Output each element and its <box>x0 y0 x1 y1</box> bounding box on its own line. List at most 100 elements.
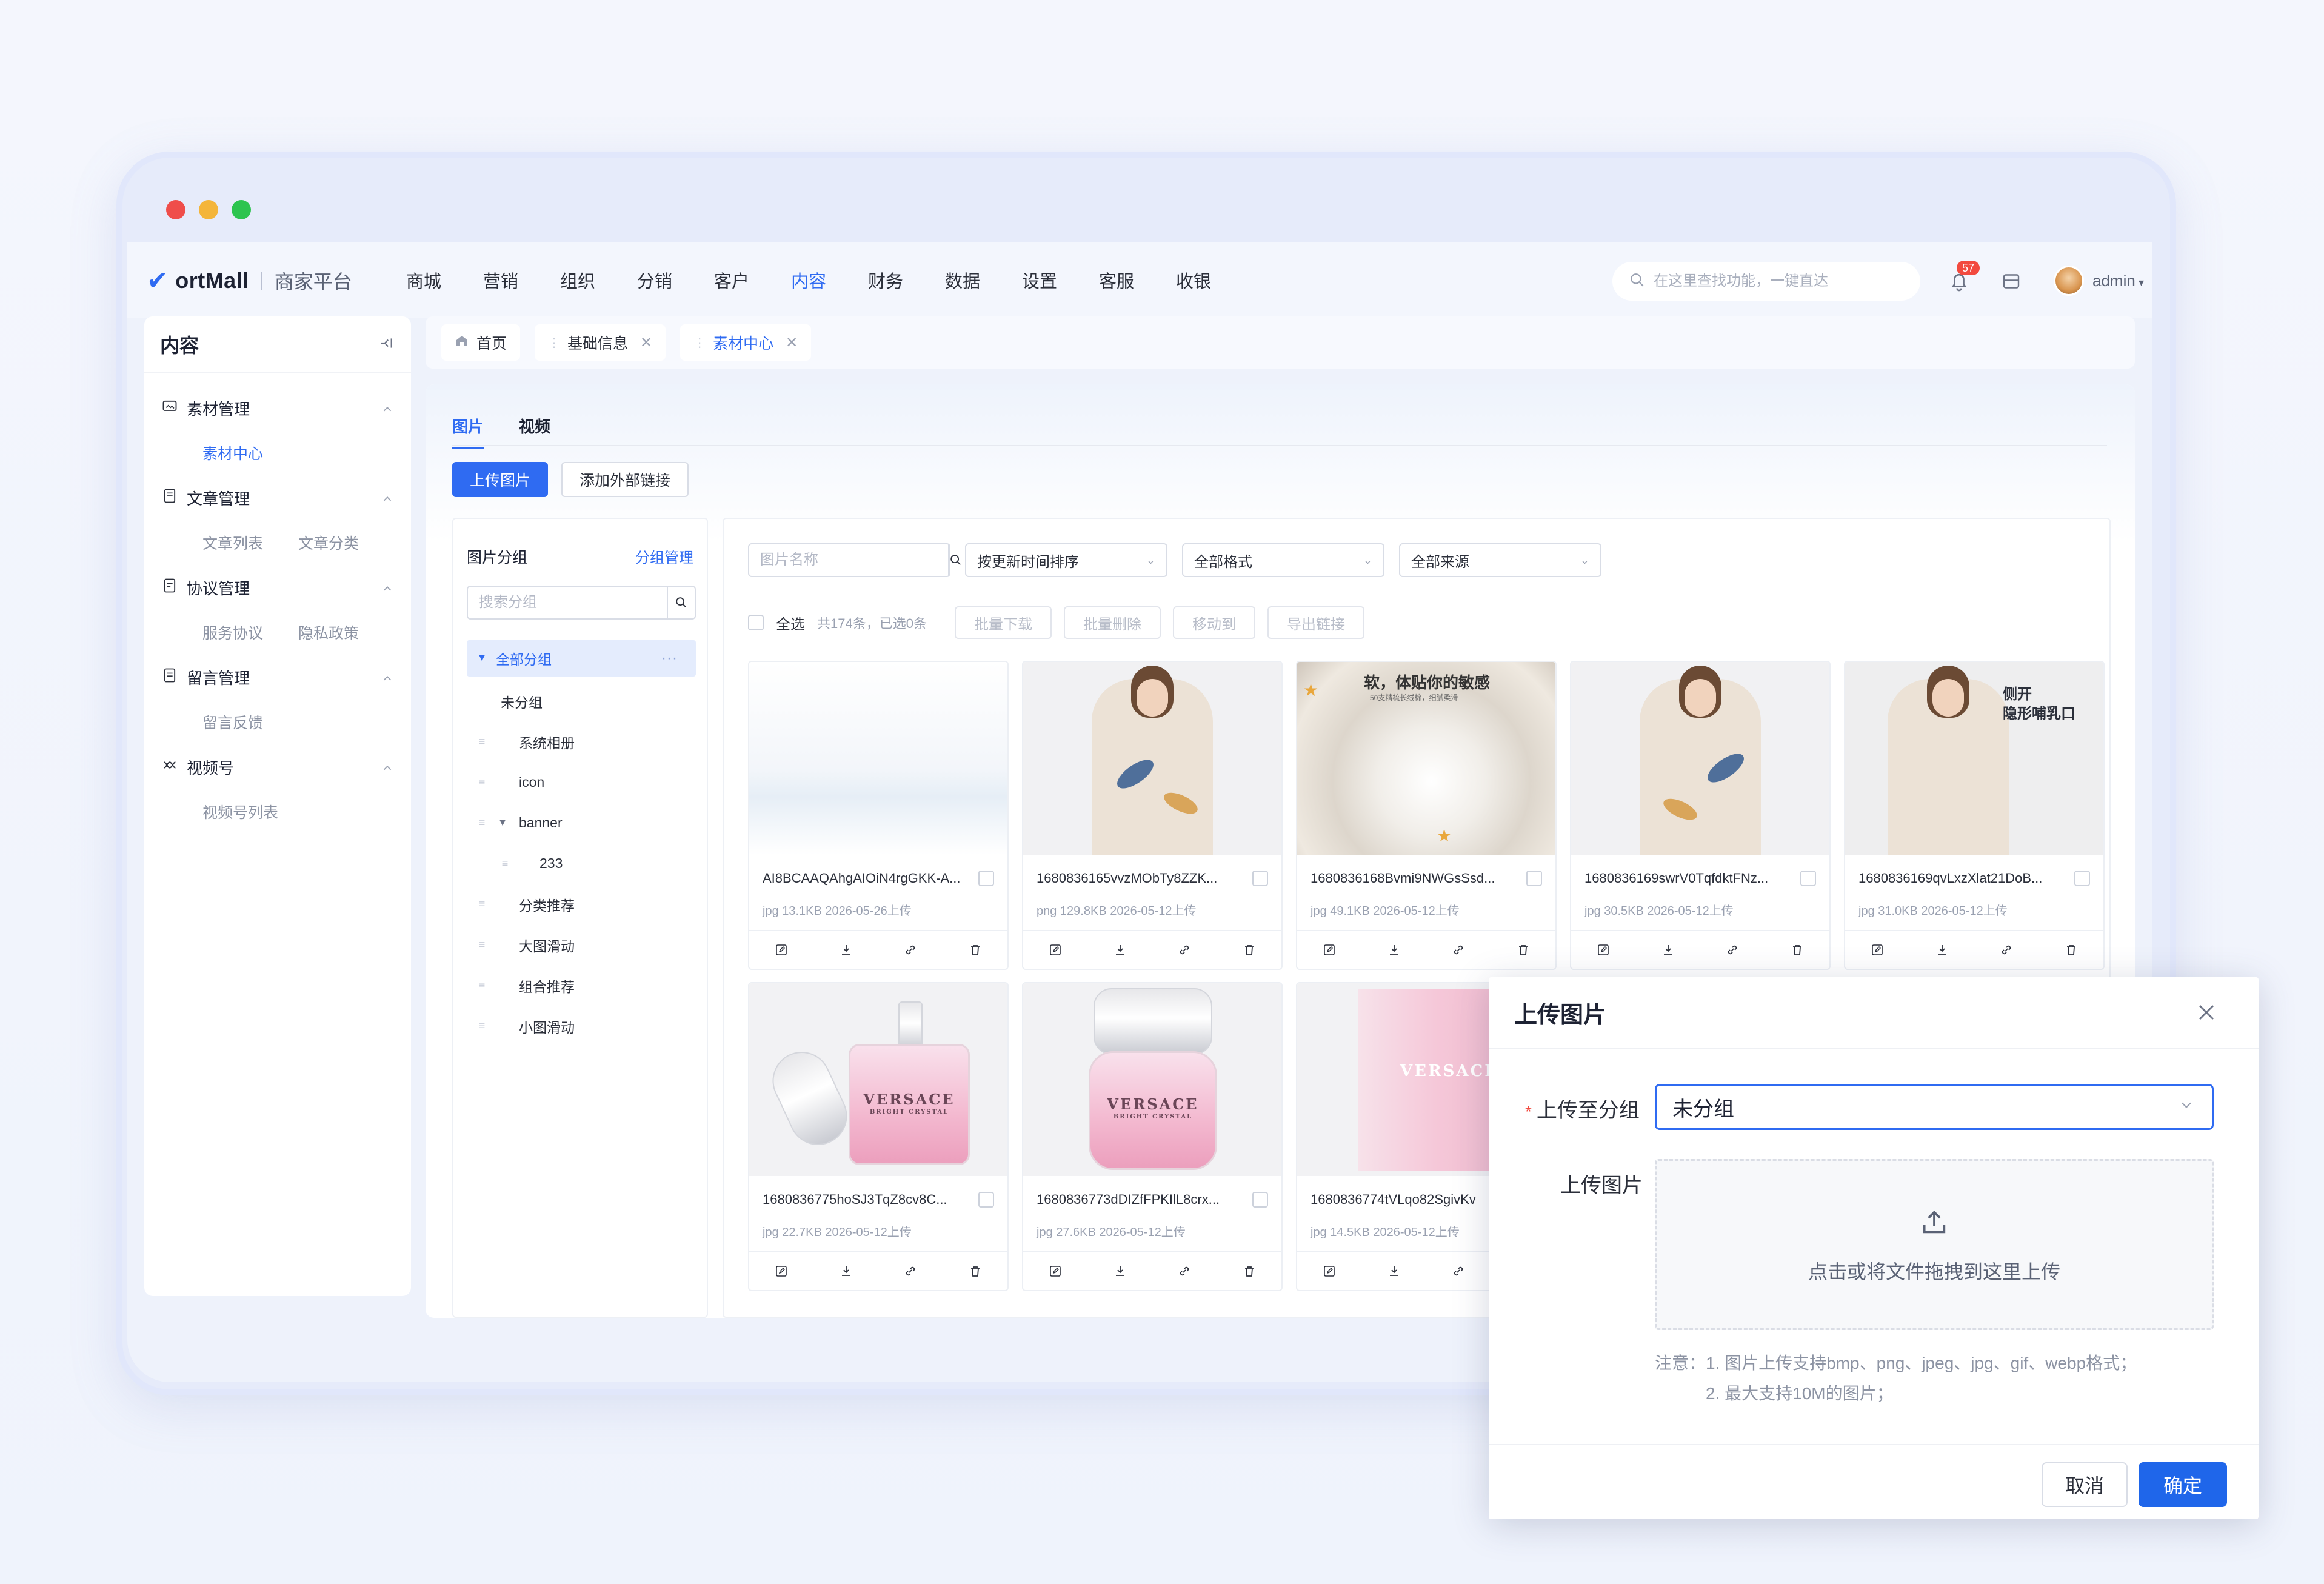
more-icon[interactable]: ··· <box>661 650 678 667</box>
download-icon[interactable] <box>1385 941 1403 959</box>
link-icon[interactable] <box>1449 1262 1468 1280</box>
edit-icon[interactable] <box>772 1262 790 1280</box>
image-select-checkbox[interactable] <box>1800 871 1816 886</box>
tab-material-center[interactable]: ⋮ 素材中心 ✕ <box>680 324 812 361</box>
store-icon[interactable] <box>2000 270 2022 292</box>
edit-icon[interactable] <box>1868 941 1886 959</box>
drag-handle-icon[interactable]: ≡ <box>473 1020 491 1032</box>
menu-item-content[interactable]: 内容 <box>791 267 868 293</box>
download-icon[interactable] <box>1933 941 1951 959</box>
drag-handle-icon[interactable]: ≡ <box>496 857 514 870</box>
add-external-link-button[interactable]: 添加外部链接 <box>561 462 689 497</box>
tab-basic-info[interactable]: ⋮ 基础信息 ✕ <box>535 324 666 361</box>
image-card[interactable]: 软，体贴你的敏感 50支精梳长绒棉，细腻柔滑 ★ ★ 1680836168Bvm… <box>1296 661 1557 970</box>
image-thumbnail[interactable] <box>1023 662 1281 855</box>
drag-handle-icon[interactable]: ≡ <box>473 898 491 911</box>
drag-handle-icon[interactable]: ≡ <box>473 938 491 951</box>
sidebar-group-header[interactable]: 协议管理 <box>161 565 394 610</box>
sidebar-item-message-feedback[interactable]: 留言反馈 <box>202 711 314 733</box>
tab-images[interactable]: 图片 <box>452 415 484 449</box>
user-name[interactable]: admin <box>2092 272 2135 290</box>
caret-down-icon[interactable]: ▼ <box>493 818 512 829</box>
image-thumbnail[interactable]: VERSACE BRIGHT CRYSTAL <box>1023 983 1281 1176</box>
source-select[interactable]: 全部来源 ⌄ <box>1399 543 1601 577</box>
tab-videos[interactable]: 视频 <box>519 415 550 449</box>
chevron-up-icon[interactable] <box>381 760 394 779</box>
image-select-checkbox[interactable] <box>1526 871 1542 886</box>
sidebar-item-privacy-policy[interactable]: 隐私政策 <box>298 621 394 643</box>
edit-icon[interactable] <box>772 941 790 959</box>
format-select[interactable]: 全部格式 ⌄ <box>1182 543 1384 577</box>
image-card[interactable]: AI8BCAAQAhgAIOiN4rgGKK-A... jpg 13.1KB 2… <box>748 661 1009 970</box>
download-icon[interactable] <box>1111 941 1129 959</box>
edit-icon[interactable] <box>1594 941 1612 959</box>
link-icon[interactable] <box>1175 941 1194 959</box>
menu-item-finance[interactable]: 财务 <box>868 267 945 293</box>
move-to-button[interactable]: 移动到 <box>1172 606 1255 639</box>
image-thumbnail[interactable] <box>1571 662 1829 855</box>
search-icon[interactable] <box>667 587 695 618</box>
tree-item-all[interactable]: ▼ 全部分组 ··· <box>467 640 696 677</box>
link-icon[interactable] <box>1997 941 2015 959</box>
delete-icon[interactable] <box>966 1262 984 1280</box>
link-icon[interactable] <box>1175 1262 1194 1280</box>
menu-item-settings[interactable]: 设置 <box>1022 267 1099 293</box>
image-card[interactable]: 侧开 隐形哺乳口 1680836169qvLxzXlat21DoB... jpg… <box>1844 661 2105 970</box>
edit-icon[interactable] <box>1320 1262 1338 1280</box>
group-search-input[interactable] <box>468 587 667 618</box>
tree-item-large-slide[interactable]: ≡ 大图滑动 <box>467 924 696 965</box>
search-icon[interactable] <box>948 544 963 576</box>
menu-item-data[interactable]: 数据 <box>945 267 1022 293</box>
menu-item-service[interactable]: 客服 <box>1099 267 1176 293</box>
menu-item-organization[interactable]: 组织 <box>560 267 637 293</box>
global-search-input[interactable] <box>1654 273 1896 290</box>
tree-item-ungrouped[interactable]: 未分组 <box>467 681 696 721</box>
upload-image-button[interactable]: 上传图片 <box>452 462 548 497</box>
tree-item-category-recommend[interactable]: ≡ 分类推荐 <box>467 884 696 924</box>
sidebar-group-header[interactable]: 视频号 <box>161 744 394 789</box>
select-all-label[interactable]: 全选 <box>776 612 805 633</box>
drag-handle-icon[interactable]: ≡ <box>473 776 491 789</box>
image-select-checkbox[interactable] <box>2074 871 2090 886</box>
sidebar-item-video-list[interactable]: 视频号列表 <box>202 801 314 823</box>
tree-item-small-slide[interactable]: ≡ 小图滑动 <box>467 1006 696 1046</box>
image-select-checkbox[interactable] <box>1252 871 1268 886</box>
sidebar-item-material-center[interactable]: 素材中心 <box>202 442 314 464</box>
export-links-button[interactable]: 导出链接 <box>1267 606 1364 639</box>
sidebar-item-service-agreement[interactable]: 服务协议 <box>202 621 298 643</box>
sidebar-item-article-category[interactable]: 文章分类 <box>298 532 394 553</box>
image-card[interactable]: 1680836169swrV0TqfdktFNz... jpg 30.5KB 2… <box>1570 661 1831 970</box>
menu-item-customer[interactable]: 客户 <box>714 267 791 293</box>
close-window-button[interactable] <box>166 200 185 219</box>
image-select-checkbox[interactable] <box>978 1192 994 1208</box>
menu-item-marketing[interactable]: 营销 <box>483 267 560 293</box>
delete-icon[interactable] <box>1514 941 1532 959</box>
link-icon[interactable] <box>1723 941 1741 959</box>
drag-handle-icon[interactable]: ⋮ <box>548 335 560 350</box>
chevron-up-icon[interactable] <box>381 491 394 510</box>
maximize-window-button[interactable] <box>232 200 251 219</box>
confirm-button[interactable]: 确定 <box>2139 1462 2227 1507</box>
sort-select[interactable]: 按更新时间排序 ⌄ <box>965 543 1167 577</box>
image-thumbnail[interactable]: 软，体贴你的敏感 50支精梳长绒棉，细腻柔滑 ★ ★ <box>1297 662 1555 855</box>
image-thumbnail[interactable] <box>749 662 1007 855</box>
close-tab-icon[interactable]: ✕ <box>640 334 652 352</box>
bulk-download-button[interactable]: 批量下载 <box>954 606 1052 639</box>
menu-item-mall[interactable]: 商城 <box>406 267 483 293</box>
edit-icon[interactable] <box>1046 1262 1064 1280</box>
menu-item-distribution[interactable]: 分销 <box>637 267 714 293</box>
upload-dropzone[interactable]: 点击或将文件拖拽到这里上传 <box>1655 1159 2214 1330</box>
image-card[interactable]: VERSACE BRIGHT CRYSTAL 1680836773dDIZfFP… <box>1022 982 1283 1291</box>
download-icon[interactable] <box>1385 1262 1403 1280</box>
caret-down-icon[interactable]: ▼ <box>473 653 491 664</box>
edit-icon[interactable] <box>1320 941 1338 959</box>
image-card[interactable]: 1680836165vvzMObTy8ZZK... png 129.8KB 20… <box>1022 661 1283 970</box>
cancel-button[interactable]: 取消 <box>2042 1462 2128 1507</box>
group-manage-link[interactable]: 分组管理 <box>635 546 693 567</box>
collapse-sidebar-icon[interactable] <box>378 335 394 354</box>
tree-item-233[interactable]: ≡ 233 <box>467 843 696 884</box>
sidebar-group-header[interactable]: 文章管理 <box>161 475 394 520</box>
sidebar-item-article-list[interactable]: 文章列表 <box>202 532 298 553</box>
drag-handle-icon[interactable]: ≡ <box>473 735 491 748</box>
chevron-up-icon[interactable] <box>381 670 394 689</box>
